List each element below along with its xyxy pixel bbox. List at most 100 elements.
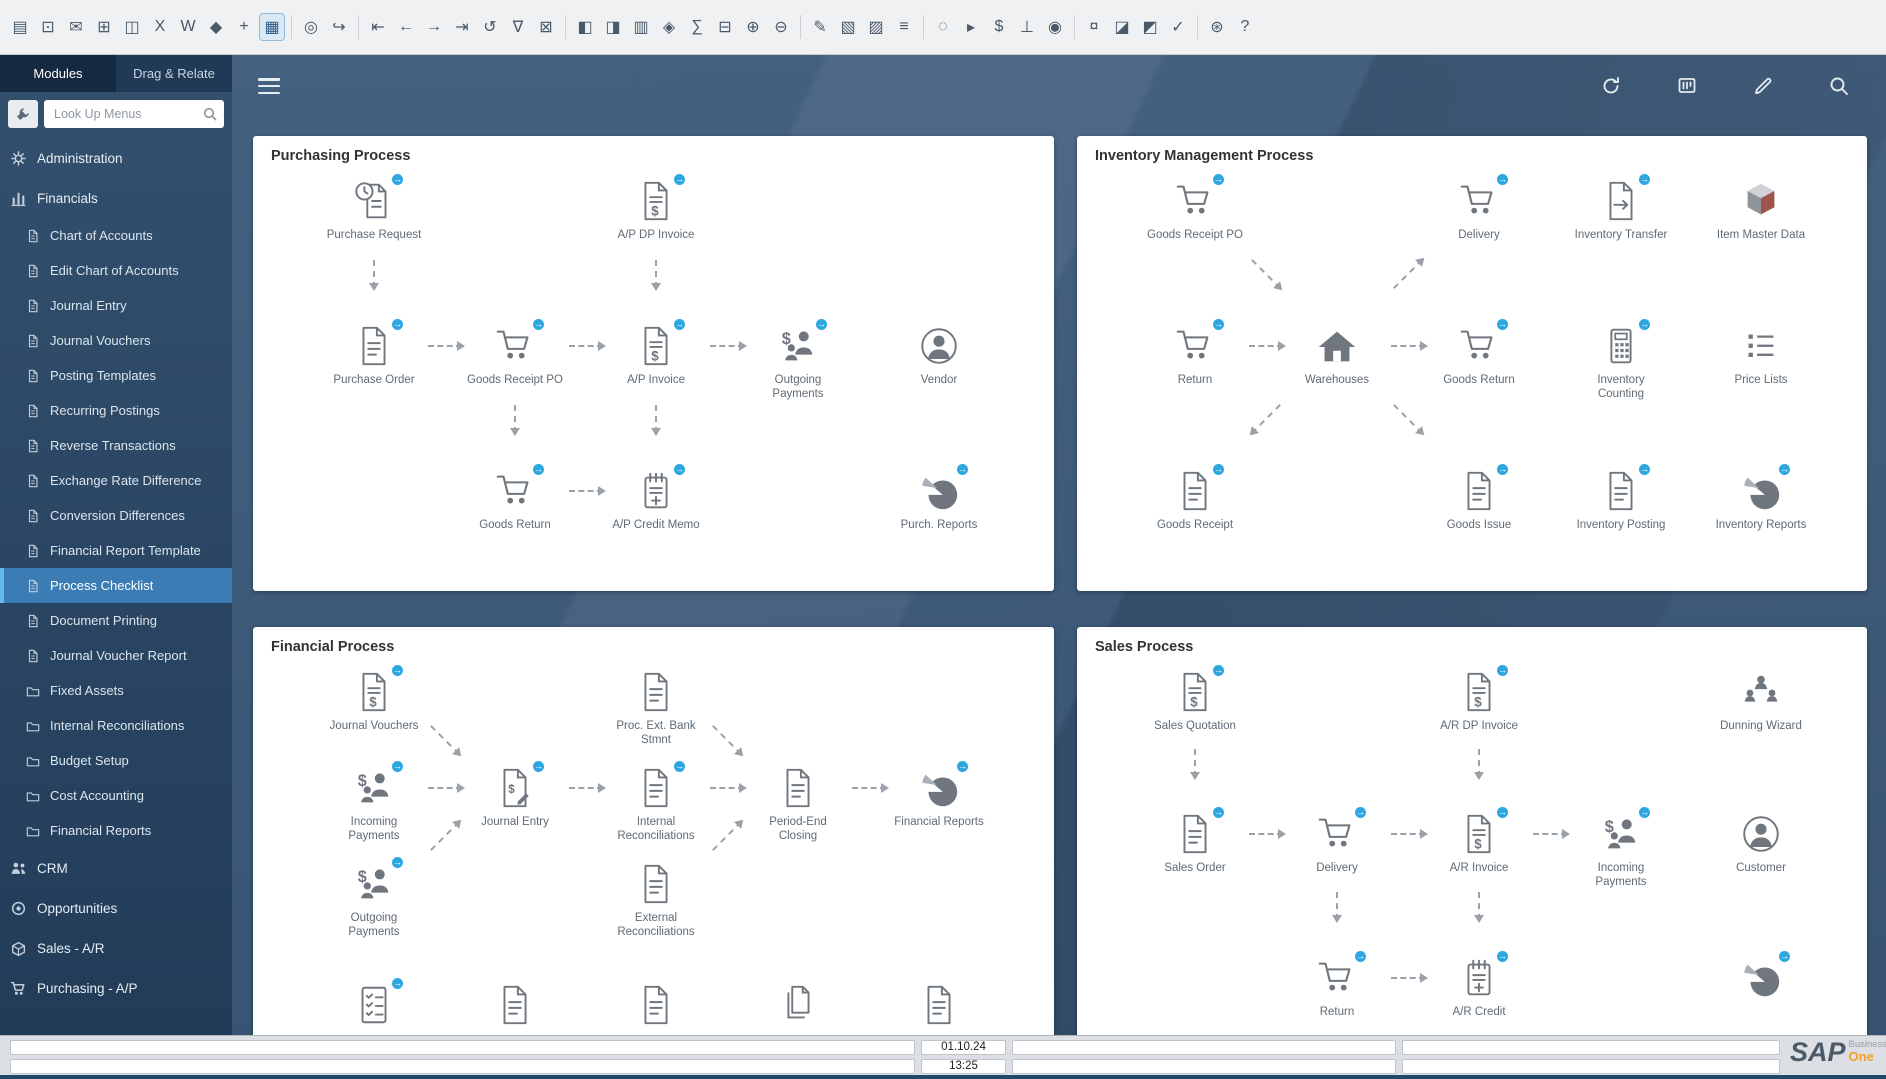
board-icon[interactable] bbox=[1676, 75, 1698, 97]
export-pdf-icon[interactable]: ◆ bbox=[204, 14, 228, 40]
process-item-journal-entry[interactable]: →Journal Entry bbox=[463, 765, 567, 829]
process-item-item[interactable] bbox=[604, 982, 708, 1028]
process-item-dunning-wizard[interactable]: Dunning Wizard bbox=[1709, 669, 1813, 733]
process-item-delivery[interactable]: →Delivery bbox=[1285, 811, 1389, 875]
process-item-period-end-closing[interactable]: Period-End Closing bbox=[746, 765, 850, 844]
process-item-a-r-invoice[interactable]: →A/R Invoice bbox=[1427, 811, 1531, 875]
process-item-price-lists[interactable]: Price Lists bbox=[1709, 323, 1813, 387]
sidebar-item-document-printing[interactable]: Document Printing bbox=[0, 603, 232, 638]
link-badge[interactable]: → bbox=[390, 855, 405, 870]
link-badge[interactable]: → bbox=[1777, 462, 1792, 477]
process-item-item[interactable] bbox=[463, 982, 567, 1028]
first-record-icon[interactable]: ⇤ bbox=[366, 14, 390, 40]
process-item-journal-vouchers[interactable]: →Journal Vouchers bbox=[322, 669, 426, 733]
process-item-item[interactable]: → bbox=[1709, 955, 1813, 1001]
link-badge[interactable]: → bbox=[531, 317, 546, 332]
link-badge[interactable]: → bbox=[531, 759, 546, 774]
sidebar-item-journal-voucher-report[interactable]: Journal Voucher Report bbox=[0, 638, 232, 673]
link-badge[interactable]: → bbox=[1211, 172, 1226, 187]
sidebar-item-sales-a-r[interactable]: Sales - A/R bbox=[0, 928, 232, 968]
copy-table-icon[interactable]: ◫ bbox=[120, 14, 144, 40]
flags-icon[interactable]: ▸ bbox=[959, 14, 983, 40]
sidebar-item-conversion-differences[interactable]: Conversion Differences bbox=[0, 498, 232, 533]
sidebar-item-financial-report-template[interactable]: Financial Report Template bbox=[0, 533, 232, 568]
edit-icon[interactable] bbox=[1752, 75, 1774, 97]
export-word-icon[interactable]: W bbox=[176, 14, 200, 40]
menu-settings-button[interactable] bbox=[8, 100, 38, 128]
process-item-customer[interactable]: Customer bbox=[1709, 811, 1813, 875]
link-badge[interactable]: → bbox=[1211, 663, 1226, 678]
settings-icon[interactable]: ⊛ bbox=[1205, 14, 1229, 40]
link-badge[interactable]: → bbox=[1777, 949, 1792, 964]
process-item-inventory-posting[interactable]: →Inventory Posting bbox=[1569, 468, 1673, 532]
process-item-item-master-data[interactable]: Item Master Data bbox=[1709, 178, 1813, 242]
split-screen-icon[interactable]: ◧ bbox=[573, 14, 597, 40]
org-chart-icon[interactable]: ⊥ bbox=[1015, 14, 1039, 40]
process-item-outgoing-payments[interactable]: →Outgoing Payments bbox=[746, 323, 850, 402]
link-icon[interactable]: ◈ bbox=[657, 14, 681, 40]
process-item-item[interactable]: → bbox=[322, 982, 426, 1028]
link-badge[interactable]: → bbox=[1495, 805, 1510, 820]
search-input[interactable] bbox=[44, 100, 224, 128]
link-badge[interactable]: → bbox=[672, 759, 687, 774]
forward-document-icon[interactable]: ↪ bbox=[327, 14, 351, 40]
expand-icon[interactable]: ⊕ bbox=[741, 14, 765, 40]
process-item-purch-reports[interactable]: →Purch. Reports bbox=[887, 468, 991, 532]
link-badge[interactable]: → bbox=[1353, 949, 1368, 964]
process-item-warehouses[interactable]: Warehouses bbox=[1285, 323, 1389, 387]
link-badge[interactable]: → bbox=[531, 462, 546, 477]
link-badge[interactable]: → bbox=[1495, 462, 1510, 477]
process-item-inventory-transfer[interactable]: →Inventory Transfer bbox=[1569, 178, 1673, 242]
link-badge[interactable]: → bbox=[390, 759, 405, 774]
print-icon[interactable]: ⊡ bbox=[36, 14, 60, 40]
notes-icon[interactable]: ≡ bbox=[892, 14, 916, 40]
link-badge[interactable]: → bbox=[1495, 172, 1510, 187]
link-badge[interactable]: → bbox=[955, 759, 970, 774]
process-item-goods-issue[interactable]: →Goods Issue bbox=[1427, 468, 1531, 532]
last-record-icon[interactable]: ⇥ bbox=[450, 14, 474, 40]
process-item-inventory-reports[interactable]: →Inventory Reports bbox=[1709, 468, 1813, 532]
process-item-goods-return[interactable]: →Goods Return bbox=[1427, 323, 1531, 387]
sidebar-item-purchasing-a-p[interactable]: Purchasing - A/P bbox=[0, 968, 232, 1008]
process-item-return[interactable]: →Return bbox=[1143, 323, 1247, 387]
chart-icon[interactable]: ◩ bbox=[1138, 14, 1162, 40]
approve-icon[interactable]: ✓ bbox=[1166, 14, 1190, 40]
process-item-goods-return[interactable]: →Goods Return bbox=[463, 468, 567, 532]
link-badge[interactable]: → bbox=[1637, 172, 1652, 187]
sidebar-item-internal-reconciliations[interactable]: Internal Reconciliations bbox=[0, 708, 232, 743]
link-badge[interactable]: → bbox=[390, 663, 405, 678]
undo-icon[interactable]: ↺ bbox=[478, 14, 502, 40]
sidebar-item-reverse-transactions[interactable]: Reverse Transactions bbox=[0, 428, 232, 463]
find-in-table-icon[interactable]: ⊠ bbox=[534, 14, 558, 40]
alerts-icon[interactable]: ◌ bbox=[931, 14, 955, 40]
link-badge[interactable]: → bbox=[672, 317, 687, 332]
tab-drag-relate[interactable]: Drag & Relate bbox=[116, 55, 232, 92]
process-item-proc-ext-bank-stmnt[interactable]: Proc. Ext. Bank Stmnt bbox=[604, 669, 708, 748]
table-split-icon[interactable]: ◪ bbox=[1110, 14, 1134, 40]
process-item-a-r-dp-invoice[interactable]: →A/R DP Invoice bbox=[1427, 669, 1531, 733]
export-file-icon[interactable]: ⊞ bbox=[92, 14, 116, 40]
process-item-a-p-invoice[interactable]: →A/P Invoice bbox=[604, 323, 708, 387]
sidebar-item-fixed-assets[interactable]: Fixed Assets bbox=[0, 673, 232, 708]
link-badge[interactable]: → bbox=[1495, 317, 1510, 332]
link-badge[interactable]: → bbox=[1211, 805, 1226, 820]
search-icon[interactable] bbox=[1828, 75, 1850, 97]
sidebar-item-recurring-postings[interactable]: Recurring Postings bbox=[0, 393, 232, 428]
related-documents-icon[interactable]: ▥ bbox=[629, 14, 653, 40]
link-badge[interactable]: → bbox=[1637, 462, 1652, 477]
sidebar-item-cost-accounting[interactable]: Cost Accounting bbox=[0, 778, 232, 813]
link-badge[interactable]: → bbox=[672, 172, 687, 187]
link-badge[interactable]: → bbox=[1495, 663, 1510, 678]
sidebar-item-journal-entry[interactable]: Journal Entry bbox=[0, 288, 232, 323]
process-item-goods-receipt[interactable]: →Goods Receipt bbox=[1143, 468, 1247, 532]
sidebar-item-process-checklist[interactable]: Process Checklist bbox=[0, 568, 232, 603]
process-item-purchase-request[interactable]: →Purchase Request bbox=[322, 178, 426, 242]
find-icon[interactable]: ◎ bbox=[299, 14, 323, 40]
document-settings-icon[interactable]: ▨ bbox=[864, 14, 888, 40]
collapse-icon[interactable]: ⊖ bbox=[769, 14, 793, 40]
print-preview-icon[interactable]: ▤ bbox=[8, 14, 32, 40]
user-settings-icon[interactable]: ◉ bbox=[1043, 14, 1067, 40]
process-item-incoming-payments[interactable]: →Incoming Payments bbox=[1569, 811, 1673, 890]
process-item-item[interactable] bbox=[746, 982, 850, 1028]
sidebar-item-chart-of-accounts[interactable]: Chart of Accounts bbox=[0, 218, 232, 253]
